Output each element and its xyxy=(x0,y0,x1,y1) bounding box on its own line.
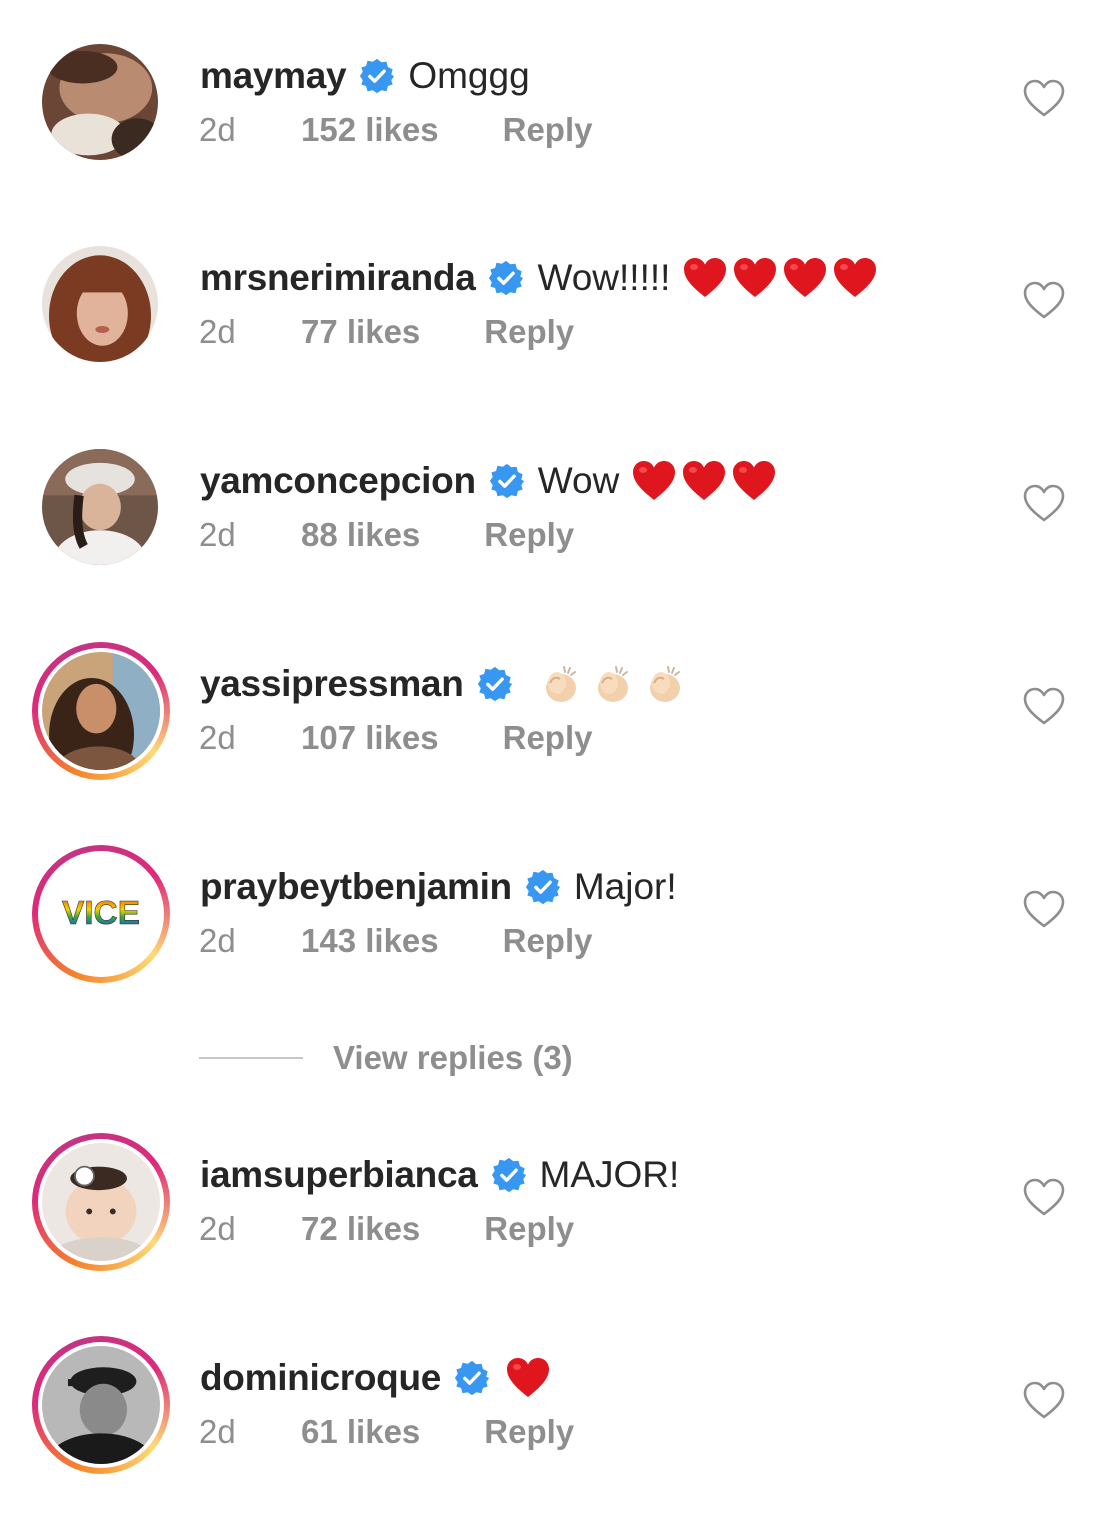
comment-time: 2d xyxy=(199,922,236,959)
like-heart-icon[interactable] xyxy=(1022,483,1066,523)
red-heart-emoji-icon xyxy=(684,258,727,297)
username[interactable]: dominicroque xyxy=(200,1357,441,1399)
avatar[interactable] xyxy=(42,246,158,362)
reply-button[interactable]: Reply xyxy=(503,922,593,960)
like-heart-icon[interactable] xyxy=(1022,280,1066,320)
likes-count[interactable]: 143 likes xyxy=(301,922,439,960)
comment-text: Major! xyxy=(573,866,677,907)
comment-item: VICE praybeytbenjamin Major! 2d 143 like… xyxy=(0,845,1120,1019)
avatar xyxy=(42,1143,160,1261)
red-heart-emoji-icon xyxy=(784,258,827,297)
likes-count[interactable]: 77 likes xyxy=(301,313,420,351)
view-replies-label[interactable]: View replies (3) xyxy=(333,1039,573,1077)
username[interactable]: praybeytbenjamin xyxy=(200,866,512,908)
comment-item: iamsuperbianca MAJOR! 2d 72 likes Reply xyxy=(0,1133,1120,1307)
view-replies-button[interactable]: View replies (3) xyxy=(199,1036,573,1080)
like-heart-icon[interactable] xyxy=(1022,78,1066,118)
clapping-hands-emoji-icon xyxy=(649,666,680,702)
comment-time: 2d xyxy=(199,1413,236,1450)
avatar-story-ring[interactable]: VICE xyxy=(32,845,170,983)
verified-badge-icon xyxy=(358,57,396,95)
red-heart-emoji-icon xyxy=(683,461,726,500)
avatar[interactable] xyxy=(42,449,158,565)
reply-button[interactable]: Reply xyxy=(503,719,593,757)
like-heart-icon[interactable] xyxy=(1022,889,1066,929)
likes-count[interactable]: 72 likes xyxy=(301,1210,420,1248)
clapping-hands-emoji-icon xyxy=(545,666,576,702)
likes-count[interactable]: 107 likes xyxy=(301,719,439,757)
reply-button[interactable]: Reply xyxy=(484,1210,574,1248)
avatar-story-ring[interactable] xyxy=(32,1133,170,1271)
red-heart-emoji-icon xyxy=(507,1358,550,1397)
likes-count[interactable]: 152 likes xyxy=(301,111,439,149)
username[interactable]: mrsnerimiranda xyxy=(200,257,476,299)
view-replies-divider xyxy=(199,1057,303,1059)
comment-time: 2d xyxy=(199,313,236,350)
comment-time: 2d xyxy=(199,719,236,756)
red-heart-emoji-icon xyxy=(733,461,776,500)
username[interactable]: yassipressman xyxy=(200,663,464,705)
verified-badge-icon xyxy=(487,259,525,297)
verified-badge-icon xyxy=(488,462,526,500)
clapping-hands-emoji-icon xyxy=(597,666,628,702)
comment-text: Wow!!!!! xyxy=(537,257,671,298)
comment-item: yassipressman 2d 107 likes Reply xyxy=(0,642,1120,816)
avatar xyxy=(42,652,160,770)
verified-badge-icon xyxy=(476,665,514,703)
comment-text: Omggg xyxy=(408,55,530,96)
verified-badge-icon xyxy=(453,1359,491,1397)
reply-button[interactable]: Reply xyxy=(503,111,593,149)
avatar-story-ring[interactable] xyxy=(32,1336,170,1474)
red-heart-emoji-icon xyxy=(734,258,777,297)
comment-time: 2d xyxy=(199,1210,236,1247)
username[interactable]: iamsuperbianca xyxy=(200,1154,478,1196)
avatar[interactable] xyxy=(42,44,158,160)
comment-time: 2d xyxy=(199,516,236,553)
username[interactable]: maymay xyxy=(200,55,347,97)
comment-time: 2d xyxy=(199,111,236,148)
comment-item: yamconcepcion Wow 2d 88 likes Reply xyxy=(0,449,1120,613)
avatar: VICE xyxy=(42,855,160,973)
verified-badge-icon xyxy=(490,1156,528,1194)
comment-text: Wow xyxy=(537,460,620,501)
comment-text: MAJOR! xyxy=(539,1154,680,1195)
likes-count[interactable]: 61 likes xyxy=(301,1413,420,1451)
comment-item: dominicroque 2d 61 likes Reply xyxy=(0,1336,1120,1510)
red-heart-emoji-icon xyxy=(834,258,877,297)
reply-button[interactable]: Reply xyxy=(484,516,574,554)
avatar xyxy=(42,1346,160,1464)
comment-item: mrsnerimiranda Wow!!!!! 2d 77 likes Repl… xyxy=(0,246,1120,410)
red-heart-emoji-icon xyxy=(633,461,676,500)
username[interactable]: yamconcepcion xyxy=(200,460,476,502)
avatar-story-ring[interactable] xyxy=(32,642,170,780)
reply-button[interactable]: Reply xyxy=(484,313,574,351)
reply-button[interactable]: Reply xyxy=(484,1413,574,1451)
like-heart-icon[interactable] xyxy=(1022,1380,1066,1420)
vice-logo-text: VICE xyxy=(62,895,140,932)
like-heart-icon[interactable] xyxy=(1022,1177,1066,1217)
verified-badge-icon xyxy=(524,868,562,906)
like-heart-icon[interactable] xyxy=(1022,686,1066,726)
likes-count[interactable]: 88 likes xyxy=(301,516,420,554)
comment-item: maymay Omggg 2d 152 likes Reply xyxy=(0,44,1120,208)
